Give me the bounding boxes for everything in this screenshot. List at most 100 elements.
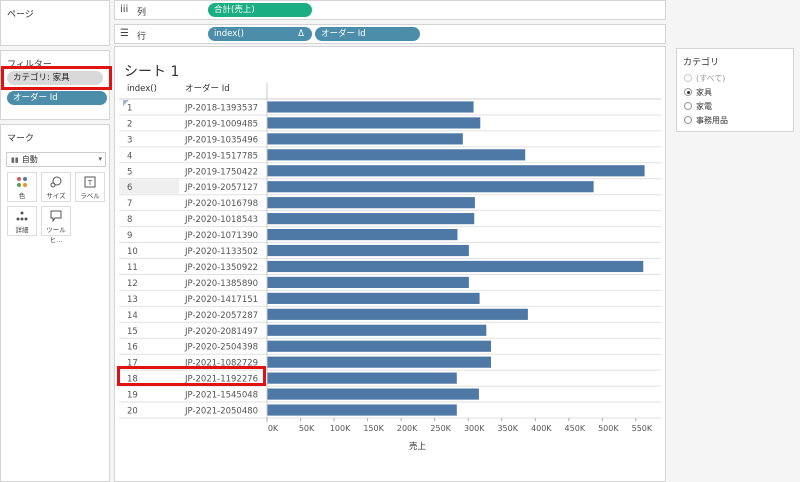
radio-unchecked-icon (684, 74, 692, 82)
row-order-id: JP-2020-1385890 (184, 279, 258, 289)
row-index: 5 (127, 167, 132, 177)
x-tick-label: 250K (430, 424, 451, 433)
label-button-label: ラベル (80, 192, 100, 200)
row-order-id: JP-2019-1035496 (184, 135, 258, 145)
col-header-index: index() (127, 84, 157, 94)
category-option-label: 家具 (696, 88, 712, 97)
columns-icon: iii (120, 4, 129, 15)
row-order-id: JP-2018-1393537 (184, 103, 258, 113)
delta-icon: Δ (298, 29, 304, 39)
x-tick-label: 450K (565, 424, 586, 433)
x-tick-label: 350K (497, 424, 518, 433)
row-order-id: JP-2020-1350922 (184, 263, 258, 273)
columns-shelf-label: 列 (137, 8, 147, 18)
bar (267, 372, 457, 384)
row-order-id: JP-2020-2081497 (184, 327, 258, 337)
row-index: 10 (127, 247, 138, 257)
tooltip-icon (42, 207, 70, 224)
bar (267, 101, 474, 113)
tooltip-button[interactable]: ツールヒ... (41, 206, 71, 244)
row-index: 13 (127, 295, 138, 305)
bar-chart: index() オーダー Id 1 JP-2018-1393537 2 JP-2019-1… (119, 83, 661, 452)
category-option-label: (すべて) (696, 74, 726, 83)
x-tick-label: 50K (299, 424, 315, 433)
row-order-id: JP-2020-2057287 (184, 311, 258, 321)
tooltip-button-label: ツールヒ... (46, 226, 66, 244)
row-index: 16 (127, 343, 138, 353)
mark-type-select[interactable]: ▮▮ 自動 ▾ (6, 152, 106, 167)
bar (267, 149, 526, 161)
row-order-id: JP-2020-1071390 (184, 231, 258, 241)
highlight-box-filter (1, 66, 112, 90)
pages-title: ページ (7, 10, 34, 20)
rows-pill-order-id[interactable]: オーダー Id (315, 27, 420, 41)
size-icon (42, 173, 70, 190)
row-index: 8 (127, 215, 132, 225)
row-order-id: JP-2019-2057127 (184, 183, 258, 193)
row-order-id: JP-2020-1133502 (184, 247, 258, 257)
row-index: 2 (127, 119, 132, 129)
filter-pill-order-id[interactable]: オーダー Id (7, 91, 107, 105)
category-option-2[interactable]: 家電 (684, 101, 712, 112)
row-index: 7 (127, 199, 132, 209)
bar (267, 197, 475, 209)
bar (267, 133, 463, 145)
chevron-down-icon: ▾ (98, 155, 102, 163)
label-button[interactable]: T ラベル (75, 172, 105, 202)
bar (267, 228, 458, 241)
bar (267, 165, 645, 177)
columns-shelf[interactable]: iii 列 合計(売上) (114, 0, 666, 20)
x-tick-label: 200K (397, 424, 418, 433)
color-button[interactable]: 色 (7, 172, 37, 202)
row-index: 20 (127, 407, 138, 417)
detail-button[interactable]: 詳細 (7, 206, 37, 236)
category-filter-card: カテゴリ (すべて) 家具家電事務用品 (676, 48, 794, 132)
category-option-0[interactable]: (すべて) (684, 73, 725, 84)
x-tick-label: 0K (268, 424, 279, 433)
rows-shelf[interactable]: ☰ 行 index() Δ オーダー Id (114, 24, 666, 44)
row-index: 1 (127, 103, 132, 113)
bar (267, 292, 480, 304)
x-tick-label: 300K (464, 424, 485, 433)
radio-unchecked-icon (684, 116, 692, 124)
category-option-label: 事務用品 (696, 116, 728, 125)
row-order-id: JP-2020-2504398 (184, 343, 258, 353)
rows-pill-index[interactable]: index() Δ (208, 27, 312, 41)
bar (267, 324, 487, 336)
bar (267, 404, 457, 416)
detail-button-label: 詳細 (15, 226, 29, 234)
bar (267, 340, 492, 352)
bar (267, 181, 594, 193)
row-index: 4 (127, 151, 132, 161)
category-option-label: 家電 (696, 102, 712, 111)
rows-icon: ☰ (120, 28, 129, 39)
radio-checked-icon (684, 88, 692, 96)
color-dots-icon (8, 173, 36, 190)
bar (267, 213, 475, 225)
detail-icon (8, 207, 36, 224)
x-tick-label: 150K (363, 424, 384, 433)
row-index: 9 (127, 231, 132, 241)
x-tick-label: 100K (330, 424, 351, 433)
highlight-box-row-20 (117, 366, 266, 386)
category-filter-title: カテゴリ (683, 58, 720, 68)
x-tick-label: 500K (598, 424, 619, 433)
category-option-3[interactable]: 事務用品 (684, 115, 728, 126)
pages-panel: ページ (0, 0, 110, 46)
view-panel: シート 1 index() オーダー Id 1 JP-2018-1393537 2 JP-… (114, 46, 666, 482)
row-index: 14 (127, 311, 138, 321)
bar (267, 308, 528, 320)
bar (267, 260, 644, 273)
row-order-id: JP-2020-1417151 (184, 295, 258, 305)
columns-pill-sum-sales[interactable]: 合計(売上) (208, 3, 312, 17)
category-option-1[interactable]: 家具 (684, 87, 712, 98)
x-tick-label: 400K (531, 424, 552, 433)
col-header-order-id: オーダー Id (185, 83, 230, 94)
rows-pill-index-label: index() (214, 29, 244, 39)
radio-unchecked-icon (684, 102, 692, 110)
bar (267, 244, 469, 257)
row-index: 11 (127, 263, 138, 273)
row-index: 15 (127, 327, 138, 337)
size-button[interactable]: サイズ (41, 172, 71, 202)
row-index: 12 (127, 279, 138, 289)
